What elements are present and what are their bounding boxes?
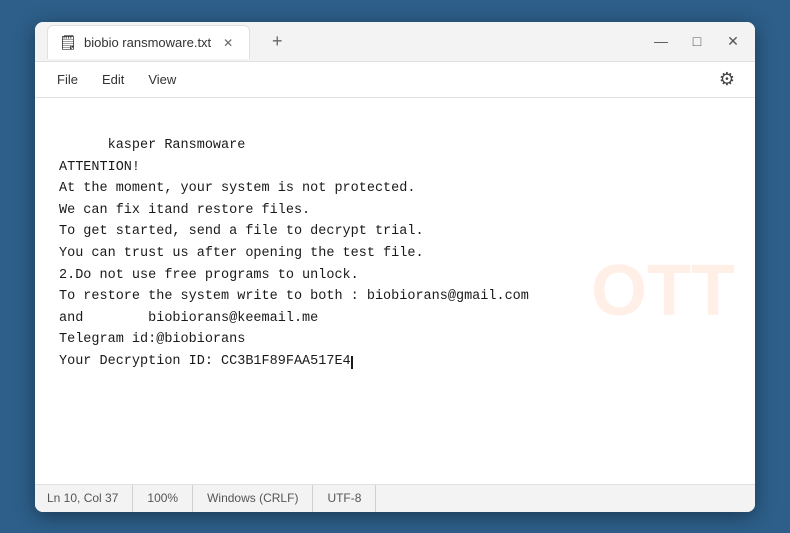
line-7: 2.Do not use free programs to unlock.	[59, 268, 359, 283]
line-8: To restore the system write to both : bi…	[59, 289, 529, 304]
notepad-window: 🗒 biobio ransmoware.txt ✕ + — □ ✕ File E…	[35, 22, 755, 512]
line-2: ATTENTION!	[59, 160, 140, 175]
line-5: To get started, send a file to decrypt t…	[59, 224, 424, 239]
tab-close-button[interactable]: ✕	[219, 34, 237, 52]
zoom-level: 100%	[133, 485, 193, 512]
menu-edit[interactable]: Edit	[92, 68, 134, 91]
menu-view[interactable]: View	[138, 68, 186, 91]
menu-file[interactable]: File	[47, 68, 88, 91]
tab-title: biobio ransmoware.txt	[84, 35, 211, 50]
line-3: At the moment, your system is not protec…	[59, 181, 415, 196]
titlebar: 🗒 biobio ransmoware.txt ✕ + — □ ✕	[35, 22, 755, 62]
line-1: kasper Ransmoware	[108, 138, 246, 153]
line-9: and biobiorans@keemail.me	[59, 311, 318, 326]
text-cursor	[351, 356, 353, 370]
line-ending: Windows (CRLF)	[193, 485, 313, 512]
minimize-button[interactable]: —	[651, 31, 671, 51]
encoding: UTF-8	[313, 485, 376, 512]
line-11: Your Decryption ID: CC3B1F89FAA517E4	[59, 354, 351, 369]
cursor-position: Ln 10, Col 37	[47, 485, 133, 512]
text-content: kasper Ransmoware ATTENTION! At the mome…	[59, 114, 731, 395]
line-10: Telegram id:@biobiorans	[59, 332, 245, 347]
line-4: We can fix itand restore files.	[59, 203, 310, 218]
line-6: You can trust us after opening the test …	[59, 246, 424, 261]
tab-active[interactable]: 🗒 biobio ransmoware.txt ✕	[47, 25, 250, 59]
file-icon: 🗒	[60, 35, 76, 51]
settings-icon[interactable]: ⚙	[711, 65, 743, 94]
text-editor[interactable]: OTT kasper Ransmoware ATTENTION! At the …	[35, 98, 755, 484]
close-button[interactable]: ✕	[723, 31, 743, 51]
maximize-button[interactable]: □	[687, 31, 707, 51]
new-tab-button[interactable]: +	[262, 26, 292, 56]
window-controls: — □ ✕	[651, 31, 743, 51]
statusbar: Ln 10, Col 37 100% Windows (CRLF) UTF-8	[35, 484, 755, 512]
menubar: File Edit View ⚙	[35, 62, 755, 98]
